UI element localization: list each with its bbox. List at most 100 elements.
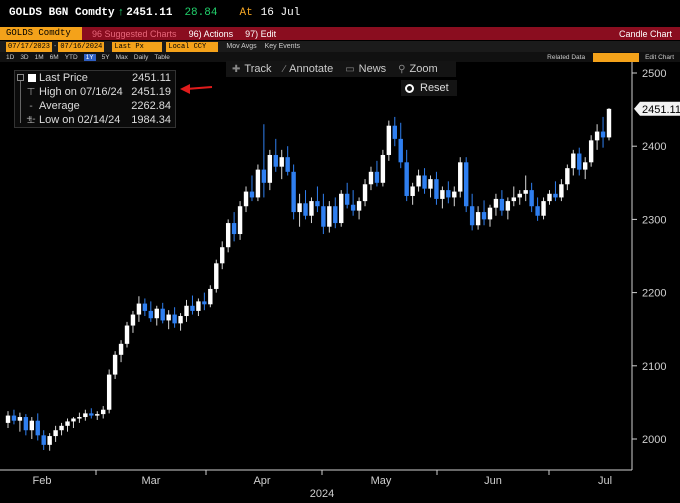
track-button[interactable]: ✚ Track	[232, 63, 271, 75]
legend-row-low[interactable]: ⊥ Low on 02/14/24 1984.34	[15, 114, 175, 127]
legend-row-average[interactable]: -+- Average 2262.84	[15, 100, 175, 125]
candle	[11, 409, 17, 425]
related-data-button[interactable]: Related Data	[547, 54, 585, 61]
legend-row-last[interactable]: Last Price 2451.11	[15, 72, 175, 85]
x-year-label: 2024	[310, 488, 334, 500]
candle	[523, 175, 528, 202]
candle	[422, 168, 427, 194]
actions-button[interactable]: 96) Actions	[189, 29, 234, 39]
security-symbol[interactable]: GOLDS BGN Comdty	[9, 7, 115, 19]
chart-type-title: Candle Chart	[618, 28, 672, 39]
frequency-select[interactable]: Daily	[134, 54, 148, 61]
mov-avgs-toggle[interactable]: Mov Avgs	[226, 43, 256, 50]
candle	[297, 193, 302, 227]
candle	[279, 149, 284, 180]
candle	[458, 157, 463, 198]
candle	[440, 186, 445, 209]
y-tick-label: 2000	[642, 434, 666, 446]
period-1y[interactable]: 1Y	[83, 53, 96, 61]
period-max[interactable]: Max	[116, 54, 128, 61]
candle	[333, 197, 338, 229]
candle	[166, 310, 171, 330]
candle	[267, 149, 273, 191]
candle	[499, 190, 505, 216]
last-price-swatch	[28, 74, 36, 82]
red-arrow-icon	[180, 84, 213, 94]
candle	[53, 425, 58, 442]
candle	[600, 116, 606, 148]
start-date-field[interactable]: 07/17/2023	[6, 41, 53, 52]
candle	[124, 321, 130, 348]
reset-label: Reset	[420, 82, 449, 94]
price-field-select[interactable]: Last Px	[112, 41, 163, 52]
candle	[243, 186, 249, 213]
candle	[130, 310, 136, 333]
candle	[344, 182, 350, 209]
y-tick-label: 2400	[642, 141, 666, 153]
candle	[547, 190, 552, 205]
news-button[interactable]: ▭ News	[345, 63, 386, 75]
x-tick-label: Mar	[142, 475, 161, 487]
candle	[112, 351, 118, 379]
x-tick-label: Jul	[598, 475, 612, 487]
period-5y[interactable]: 5Y	[102, 54, 110, 61]
currency-select[interactable]: Local CCY	[166, 41, 219, 52]
candle	[380, 149, 386, 187]
x-tick-label: Jun	[484, 475, 502, 487]
suggested-charts-button[interactable]: 96 Suggested Charts	[92, 29, 177, 39]
up-arrow-icon: ↑	[117, 7, 125, 19]
candle	[356, 197, 362, 220]
candle	[142, 298, 148, 317]
key-events-toggle[interactable]: Key Events	[265, 43, 300, 50]
candle	[577, 147, 582, 176]
candle	[17, 412, 23, 432]
legend-average-label: Average	[39, 100, 80, 112]
edit-label: Edit	[260, 28, 277, 39]
last-price-tag: 2451.11	[634, 101, 680, 116]
candle	[339, 190, 344, 227]
edit-button[interactable]: 97) Edit	[245, 29, 276, 39]
candle	[35, 413, 40, 441]
x-axis: Feb Mar Apr May Jun Jul 2024	[0, 469, 632, 500]
candle-chart[interactable]: 2500 2400 2300 2200 2100 2000 Feb Mar Apr May Jun…	[0, 62, 680, 503]
candle	[249, 175, 255, 202]
table-button[interactable]: Table	[154, 54, 170, 61]
candle	[273, 138, 278, 172]
legend-low-value: 1984.34	[131, 114, 171, 126]
period-1m[interactable]: 1M	[35, 54, 44, 61]
period-6m[interactable]: 6M	[50, 54, 59, 61]
period-1d[interactable]: 1D	[6, 54, 14, 61]
candle	[261, 124, 267, 198]
x-tick-label: Apr	[253, 475, 270, 487]
period-ytd[interactable]: YTD	[65, 54, 78, 61]
candle	[285, 146, 290, 176]
related-data-field[interactable]	[593, 52, 640, 62]
candle	[565, 164, 570, 191]
annotate-button[interactable]: ∕ Annotate	[283, 63, 333, 75]
actions-label: Actions	[203, 28, 234, 39]
annotate-label: Annotate	[289, 63, 334, 75]
candle	[309, 197, 314, 224]
reset-button[interactable]: Reset	[401, 80, 457, 96]
candle	[386, 120, 392, 161]
y-tick-label: 2500	[642, 68, 666, 80]
period-3d[interactable]: 3D	[20, 54, 28, 61]
news-icon: ▭	[345, 63, 355, 75]
end-date-field[interactable]: 07/16/2024	[58, 41, 105, 52]
candle	[374, 160, 380, 187]
candle	[350, 190, 356, 216]
candles	[5, 108, 612, 451]
candle	[315, 186, 320, 213]
candle	[190, 295, 195, 315]
candle	[416, 169, 421, 192]
candle	[118, 340, 124, 363]
security-field[interactable]: GOLDS Comdty	[0, 27, 82, 40]
candle	[410, 182, 415, 205]
date-range-bar: 07/17/2023 - 07/16/2024 Last Px Local CC…	[0, 41, 680, 52]
y-tick-label: 2300	[642, 214, 666, 226]
legend-row-high[interactable]: ⊤ High on 07/16/24 2451.19	[15, 86, 175, 99]
reset-icon	[405, 83, 414, 93]
y-tick-label: 2200	[642, 288, 666, 300]
zoom-button[interactable]: ⚲ Zoom	[398, 63, 437, 75]
edit-chart-button[interactable]: Edit Chart	[645, 54, 674, 61]
